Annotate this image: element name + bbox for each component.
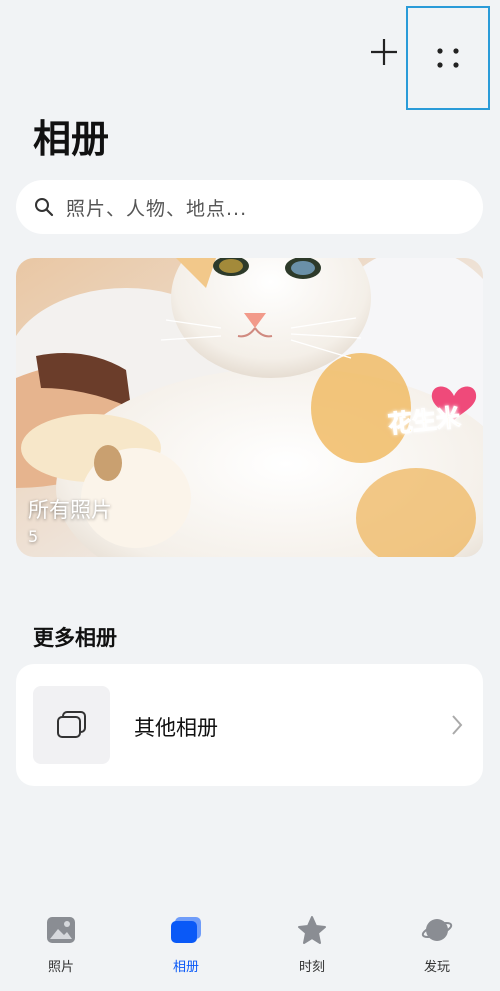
album-title: 所有照片 [28,498,112,522]
tab-albums[interactable]: 相册 [151,914,221,978]
tab-photos[interactable]: 照片 [26,914,96,978]
planet-icon [421,919,453,941]
page-title: 相册 [33,117,110,161]
tab-discover[interactable]: 发玩 [402,914,472,978]
section-title: 更多相册 [33,626,117,650]
add-button[interactable] [362,30,406,74]
other-albums-item[interactable]: 其他相册 [16,664,483,786]
chevron-right-icon [452,715,463,735]
albums-stack-icon [56,711,86,738]
tab-label: 发玩 [423,960,450,975]
album-icon [171,917,201,943]
more-dots-icon [437,48,459,68]
album-count: 5 [28,527,39,546]
search-bar[interactable]: 照片、人物、地点... [16,180,483,234]
all-photos-album-card[interactable]: 花生米 所有照片 5 [16,258,483,557]
album-name: 其他相册 [134,716,218,740]
tab-label: 照片 [47,960,74,975]
sticker-text: 花生米 [386,403,462,439]
photo-icon [47,917,75,943]
album-thumbnail [33,686,110,764]
more-button[interactable] [406,6,490,110]
star-icon [298,916,326,944]
search-placeholder: 照片、人物、地点... [66,197,248,220]
tab-label: 相册 [172,960,199,975]
tab-moments[interactable]: 时刻 [277,914,347,978]
top-actions [0,0,500,110]
bottom-tab-bar: 照片 相册 时刻 发玩 [0,900,500,991]
tab-label: 时刻 [298,960,325,975]
plus-icon [371,39,397,65]
search-icon [35,198,54,217]
